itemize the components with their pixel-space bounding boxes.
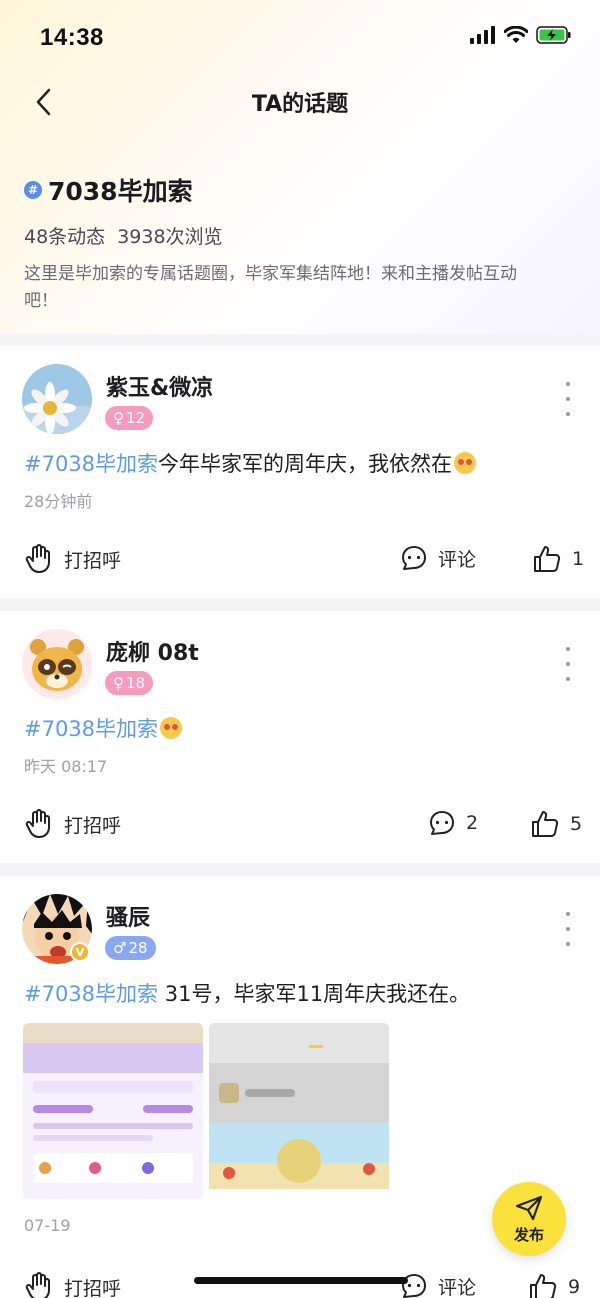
- like-count: 5: [570, 813, 583, 835]
- topic-title-row: # 7038毕加索: [24, 172, 576, 208]
- wave-hand-icon: [25, 1272, 50, 1298]
- raccoon-avatar-image: [22, 629, 92, 699]
- signal-icon: [470, 26, 495, 44]
- post-card: 庞柳 08t ♀ 18 #7038毕加索 昨天 08:17 打招呼 2 5: [0, 611, 600, 863]
- comment-button[interactable]: 评论: [400, 1272, 476, 1298]
- topic-tag-link[interactable]: #7038毕加索: [24, 717, 158, 741]
- more-options-button[interactable]: [558, 382, 578, 416]
- thumbs-up-icon: [530, 1274, 557, 1298]
- emoji-icon: [160, 717, 183, 739]
- hashtag-icon: #: [24, 181, 42, 199]
- username[interactable]: 紫玉&微凉: [106, 370, 213, 402]
- emoji-icon: [454, 452, 477, 474]
- greet-label: 打招呼: [64, 814, 122, 837]
- comment-count: 2: [466, 812, 479, 834]
- post-body: 31号，毕家军11周年庆我还在。: [164, 982, 471, 1006]
- battery-charging-icon: [536, 26, 571, 44]
- comment-icon: [402, 546, 426, 570]
- comment-label: 评论: [438, 1276, 477, 1298]
- daisy-avatar-image: [22, 364, 92, 434]
- post-text: #7038毕加索 31号，毕家军11周年庆我还在。: [24, 978, 470, 1008]
- wave-hand-icon: [25, 544, 50, 573]
- topic-description: 这里是毕加索的专属话题圈，毕家军集结阵地！来和主播发帖互动吧！: [24, 264, 517, 311]
- greet-label: 打招呼: [64, 549, 122, 572]
- like-count: 9: [568, 1276, 581, 1298]
- level-badge: ♀ 18: [105, 671, 154, 695]
- greet-label: 打招呼: [64, 1277, 122, 1298]
- screenshot-thumbnail-image: [209, 1023, 389, 1199]
- post-text: #7038毕加索: [24, 713, 183, 743]
- comment-button[interactable]: 2: [428, 809, 478, 837]
- like-button[interactable]: 9: [528, 1272, 580, 1298]
- comment-icon: [402, 1274, 426, 1298]
- verified-badge: V: [70, 942, 90, 962]
- topic-tag-link[interactable]: #7038毕加索: [24, 982, 158, 1006]
- level-value: 28: [128, 939, 148, 957]
- more-options-button[interactable]: [558, 912, 578, 946]
- greet-button[interactable]: 打招呼: [24, 544, 121, 574]
- status-bar: 14:38: [0, 0, 600, 76]
- like-button[interactable]: 5: [530, 809, 582, 839]
- status-time: 14:38: [40, 24, 104, 51]
- navigation-bar: TA的话题: [0, 76, 600, 128]
- username[interactable]: 庞柳 08t: [106, 635, 199, 667]
- topic-stats: 48条动态 3938次浏览: [24, 222, 576, 249]
- post-body: 今年毕家军的周年庆，我依然在: [158, 452, 453, 476]
- status-icons: [470, 26, 572, 44]
- level-value: 12: [126, 409, 146, 427]
- publish-button[interactable]: 发布: [492, 1182, 566, 1256]
- comment-button[interactable]: 评论: [400, 544, 476, 572]
- level-badge: ♀ 12: [105, 406, 154, 430]
- more-options-button[interactable]: [558, 647, 578, 681]
- post-time: 昨天 08:17: [24, 757, 108, 776]
- thumbs-up-icon: [532, 811, 559, 837]
- comment-icon: [430, 811, 454, 835]
- avatar[interactable]: [22, 629, 92, 699]
- posts-count: 48条动态: [24, 226, 106, 248]
- greet-button[interactable]: 打招呼: [24, 809, 121, 839]
- wave-hand-icon: [25, 809, 50, 838]
- level-value: 18: [126, 674, 146, 692]
- like-count: 1: [572, 548, 585, 570]
- post-text: #7038毕加索今年毕家军的周年庆，我依然在: [24, 448, 477, 478]
- page-title: TA的话题: [251, 92, 349, 117]
- wifi-icon: [504, 26, 528, 43]
- post-time: 28分钟前: [24, 492, 93, 511]
- male-icon: ♂: [113, 939, 127, 957]
- post-card: 紫玉&微凉 ♀ 12 #7038毕加索今年毕家军的周年庆，我依然在 28分钟前 …: [0, 346, 600, 598]
- views-count: 3938次浏览: [117, 226, 223, 248]
- female-icon: ♀: [113, 409, 124, 427]
- avatar[interactable]: V: [22, 894, 92, 964]
- level-badge: ♂ 28: [105, 936, 156, 960]
- topic-tag-link[interactable]: #7038毕加索: [24, 452, 158, 476]
- female-icon: ♀: [113, 674, 124, 692]
- username[interactable]: 骚辰: [106, 900, 150, 932]
- greet-button[interactable]: 打招呼: [24, 1272, 121, 1298]
- comment-label: 评论: [438, 548, 477, 571]
- paper-plane-icon: [515, 1195, 543, 1220]
- thumbs-up-icon: [534, 546, 561, 572]
- screenshot-thumbnail-image: [23, 1023, 203, 1199]
- topic-header: # 7038毕加索 48条动态 3938次浏览 这里是毕加索的专属话题圈，毕家军…: [24, 172, 576, 315]
- avatar[interactable]: [22, 364, 92, 434]
- post-image[interactable]: [23, 1023, 203, 1199]
- post-time: 07-19: [24, 1216, 71, 1235]
- publish-label: 发布: [513, 1225, 544, 1244]
- home-indicator: [194, 1277, 408, 1284]
- like-button[interactable]: 1: [532, 544, 584, 574]
- topic-title: 7038毕加索: [48, 177, 193, 206]
- post-image[interactable]: [209, 1023, 389, 1199]
